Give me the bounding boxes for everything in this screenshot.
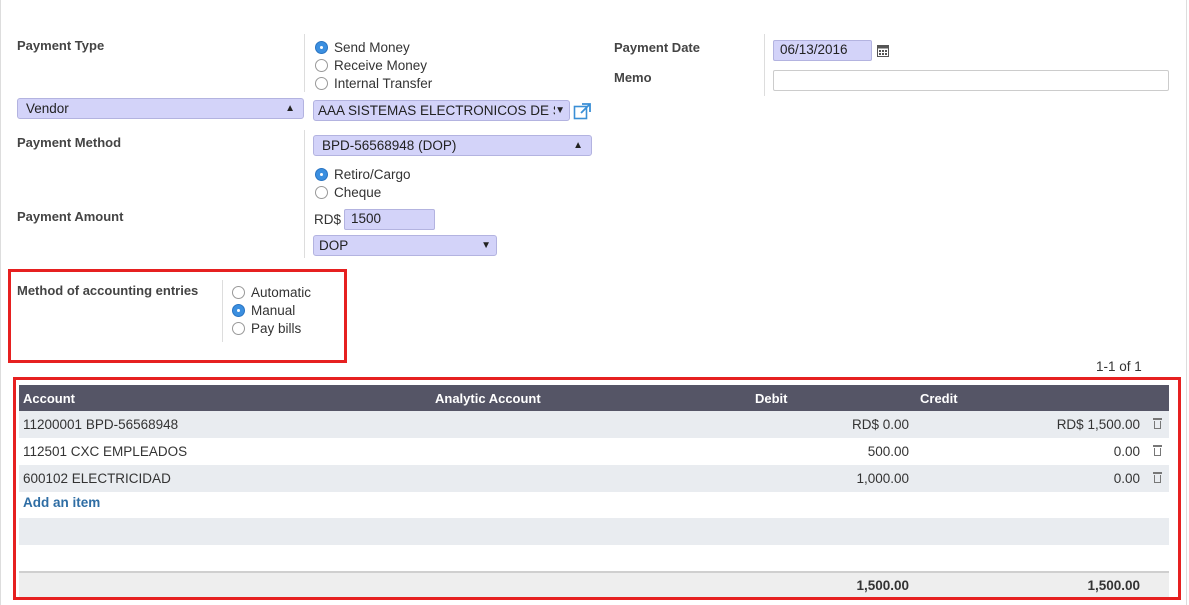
radio-label: Automatic [251,284,312,300]
cell-credit: 0.00 [1113,444,1140,459]
radio-label: Cheque [334,184,382,200]
radio-unchecked-icon [315,58,328,72]
trash-icon[interactable] [1153,472,1162,483]
sheet-right-border [1186,0,1187,605]
cell-account: 112501 CXC EMPLEADOS [23,444,188,459]
memo-label: Memo [614,70,652,85]
radio-unchecked-icon [315,76,328,90]
empty-row [19,545,1169,572]
cell-debit: RD$ 0.00 [851,417,909,432]
table-row[interactable]: 600102 ELECTRICIDAD 1,000.00 0.00 [19,465,1169,492]
add-item-link[interactable]: Add an item [23,495,100,510]
cell-credit: RD$ 1,500.00 [1056,417,1140,432]
payment-amount-label: Payment Amount [17,209,124,224]
empty-row [19,518,1169,545]
radio-label: Retiro/Cargo [334,166,411,182]
radio-retiro-cargo[interactable]: Retiro/Cargo [315,165,411,183]
radio-send-money[interactable]: Send Money [315,38,410,56]
divider [222,280,223,342]
chevron-down-icon: ▼ [555,105,565,116]
table-footer-totals: 1,500.00 1,500.00 [19,571,1169,597]
radio-label: Send Money [334,39,410,55]
radio-pay-bills[interactable]: Pay bills [232,319,301,337]
radio-label: Pay bills [251,320,302,336]
radio-label: Manual [251,302,296,318]
payment-date-input[interactable]: 06/13/2016 [773,40,872,61]
select-updown-icon: ▲︎ [285,103,295,114]
journal-select[interactable]: BPD-56568948 (DOP) ▲︎ [313,135,592,156]
divider [304,130,305,258]
cell-credit: 0.00 [1113,471,1140,486]
radio-checked-icon [315,40,328,54]
radio-unchecked-icon [315,185,328,199]
accounting-method-label: Method of accounting entries [17,283,199,298]
select-updown-icon: ▲︎ [573,140,583,151]
radio-checked-icon [315,167,328,181]
payment-type-label: Payment Type [17,38,105,53]
sheet-left-border [0,0,1,605]
partner-select[interactable]: AAA SISTEMAS ELECTRONICOS DE SEG ▼ [313,100,570,121]
total-credit: 1,500.00 [1087,578,1140,593]
radio-cheque[interactable]: Cheque [315,183,381,201]
pager[interactable]: 1-1 of 1 [1096,359,1142,374]
divider [764,34,765,96]
radio-label: Internal Transfer [334,75,433,91]
trash-icon[interactable] [1153,418,1162,429]
select-value: BPD-56568948 (DOP) [322,138,457,153]
cell-debit: 1,000.00 [856,471,909,486]
table-header: Account Analytic Account Debit Credit [19,385,1169,411]
select-value: AAA SISTEMAS ELECTRONICOS DE SEG [318,103,556,118]
chevron-down-icon: ▼ [481,240,491,251]
table-row[interactable]: 112501 CXC EMPLEADOS 500.00 0.00 [19,438,1169,465]
radio-unchecked-icon [232,285,245,299]
total-debit: 1,500.00 [856,578,909,593]
radio-checked-icon [232,303,245,317]
radio-receive-money[interactable]: Receive Money [315,56,427,74]
column-header-account[interactable]: Account [23,391,75,406]
cell-account: 600102 ELECTRICIDAD [23,471,171,486]
trash-icon[interactable] [1153,445,1162,456]
payment-date-label: Payment Date [614,40,700,55]
cell-account: 11200001 BPD-56568948 [23,417,179,432]
column-header-credit[interactable]: Credit [920,391,958,406]
radio-unchecked-icon [232,321,245,335]
payment-method-label: Payment Method [17,135,122,150]
table-row[interactable]: 11200001 BPD-56568948 RD$ 0.00 RD$ 1,500… [19,411,1169,438]
cell-debit: 500.00 [867,444,909,459]
currency-select[interactable]: DOP ▼ [313,235,497,256]
radio-automatic[interactable]: Automatic [232,283,311,301]
calendar-icon[interactable] [877,44,889,57]
external-link-icon[interactable] [573,102,592,121]
partner-type-select[interactable]: Vendor ▲︎ [17,98,304,119]
column-header-debit[interactable]: Debit [755,391,788,406]
radio-label: Receive Money [334,57,428,73]
select-value: DOP [319,238,349,253]
amount-input[interactable]: 1500 [344,209,435,230]
select-value: Vendor [26,101,69,116]
memo-input[interactable] [773,70,1169,91]
radio-manual[interactable]: Manual [232,301,295,319]
radio-internal-transfer[interactable]: Internal Transfer [315,74,432,92]
column-header-analytic-account[interactable]: Analytic Account [435,391,541,406]
divider [304,34,305,92]
currency-symbol: RD$ [314,212,342,227]
